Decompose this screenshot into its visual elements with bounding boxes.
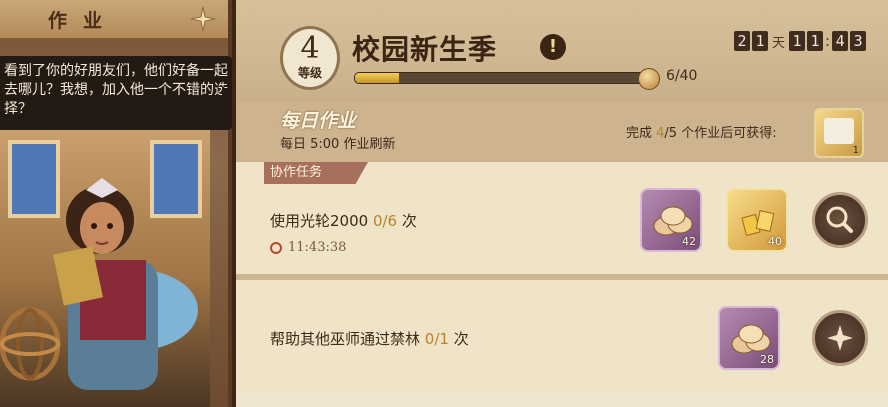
timer-colon: : — [825, 32, 831, 50]
timer-digit: 2 — [734, 31, 750, 51]
task-title: 使用光轮2000 — [270, 212, 373, 230]
level-label: 等级 — [297, 66, 322, 80]
timer-digit: 1 — [807, 31, 824, 51]
scroll-icon — [824, 118, 854, 144]
task-name: 帮助其他巫师通过禁林 0/1 次 — [270, 328, 469, 349]
season-title: 校园新生季 — [352, 33, 498, 66]
task-unit: 次 — [448, 330, 469, 348]
left-panel: 作业 看到了你的好朋友们，他们好备一起去哪儿？我想，加入他一个不错的选择？ — [0, 0, 234, 407]
homework-panel: 4 等级 校园新生季 ! 2 1 天 1 1 : 4 3 6/40 每日作业 每… — [232, 0, 888, 407]
timer-digit: 1 — [752, 31, 768, 51]
task-row: 帮助其他巫师通过禁林 0/1 次 28 — [236, 280, 888, 392]
armillary-sphere-icon — [0, 307, 61, 381]
reward-prefix: 完成 — [626, 126, 657, 141]
season-header: 4 等级 校园新生季 ! 2 1 天 1 1 : 4 3 6/40 — [236, 0, 888, 102]
item-count: 40 — [768, 235, 782, 248]
left-panel-title: 作业 — [48, 10, 119, 32]
task-unit: 次 — [397, 212, 417, 230]
reward-coins-item[interactable]: 42 — [640, 188, 702, 252]
clock-icon — [270, 242, 282, 254]
coin-icon — [638, 68, 660, 90]
info-icon[interactable]: ! — [540, 34, 566, 60]
season-progress-text: 6/40 — [666, 68, 698, 84]
task-name: 使用光轮2000 0/6 次 — [270, 210, 417, 231]
item-count: 28 — [760, 353, 774, 366]
season-progress-bar — [354, 72, 646, 84]
level-number: 4 — [300, 31, 320, 66]
gold-icon — [741, 210, 775, 237]
reward-coins-item[interactable]: 28 — [718, 306, 780, 370]
reward-gold-item[interactable]: 40 — [726, 188, 788, 252]
sparkle-icon — [827, 325, 853, 351]
item-count: 42 — [682, 235, 696, 248]
coop-task-tab: 协作任务 — [264, 162, 368, 184]
season-progress-fill — [355, 73, 399, 83]
dialogue-bubble: 看到了你的好朋友们，他们好备一起去哪儿？我想，加入他一个不错的选择？ — [0, 56, 233, 130]
task-progress: 0/6 — [372, 212, 398, 230]
task-list: 使用光轮2000 0/6 次 11:43:38 42 40 协作任务 帮助其他巫… — [236, 162, 888, 407]
timer-day-label: 天 — [772, 35, 786, 51]
task-time: 11:43:38 — [288, 240, 347, 255]
daily-reward-item[interactable]: 1 — [814, 108, 864, 158]
reward-suffix: /5 个作业后可获得: — [664, 126, 777, 141]
star-icon — [190, 6, 216, 32]
left-title-bar: 作业 — [0, 0, 228, 40]
daily-reward-text: 完成 4/5 个作业后可获得: — [626, 122, 777, 141]
task-progress: 0/1 — [424, 330, 449, 348]
season-timer: 2 1 天 1 1 : 4 3 — [734, 30, 867, 52]
timer-digit: 1 — [789, 31, 806, 51]
timer-digit: 3 — [850, 31, 867, 51]
daily-refresh-note: 每日 5:00 作业刷新 — [280, 137, 396, 152]
coins-icon — [731, 324, 771, 354]
coins-icon — [653, 206, 693, 236]
magnifier-icon — [826, 206, 853, 233]
timer-digit: 4 — [832, 31, 849, 51]
level-badge: 4 等级 — [280, 26, 340, 90]
task-title: 帮助其他巫师通过禁林 — [270, 330, 425, 348]
go-task-button[interactable] — [812, 310, 868, 366]
reward-item-count: 1 — [852, 145, 859, 156]
search-task-button[interactable] — [812, 192, 868, 248]
daily-homework-header: 每日作业 每日 5:00 作业刷新 完成 4/5 个作业后可获得: 1 — [236, 102, 888, 162]
daily-title: 每日作业 — [280, 110, 357, 132]
